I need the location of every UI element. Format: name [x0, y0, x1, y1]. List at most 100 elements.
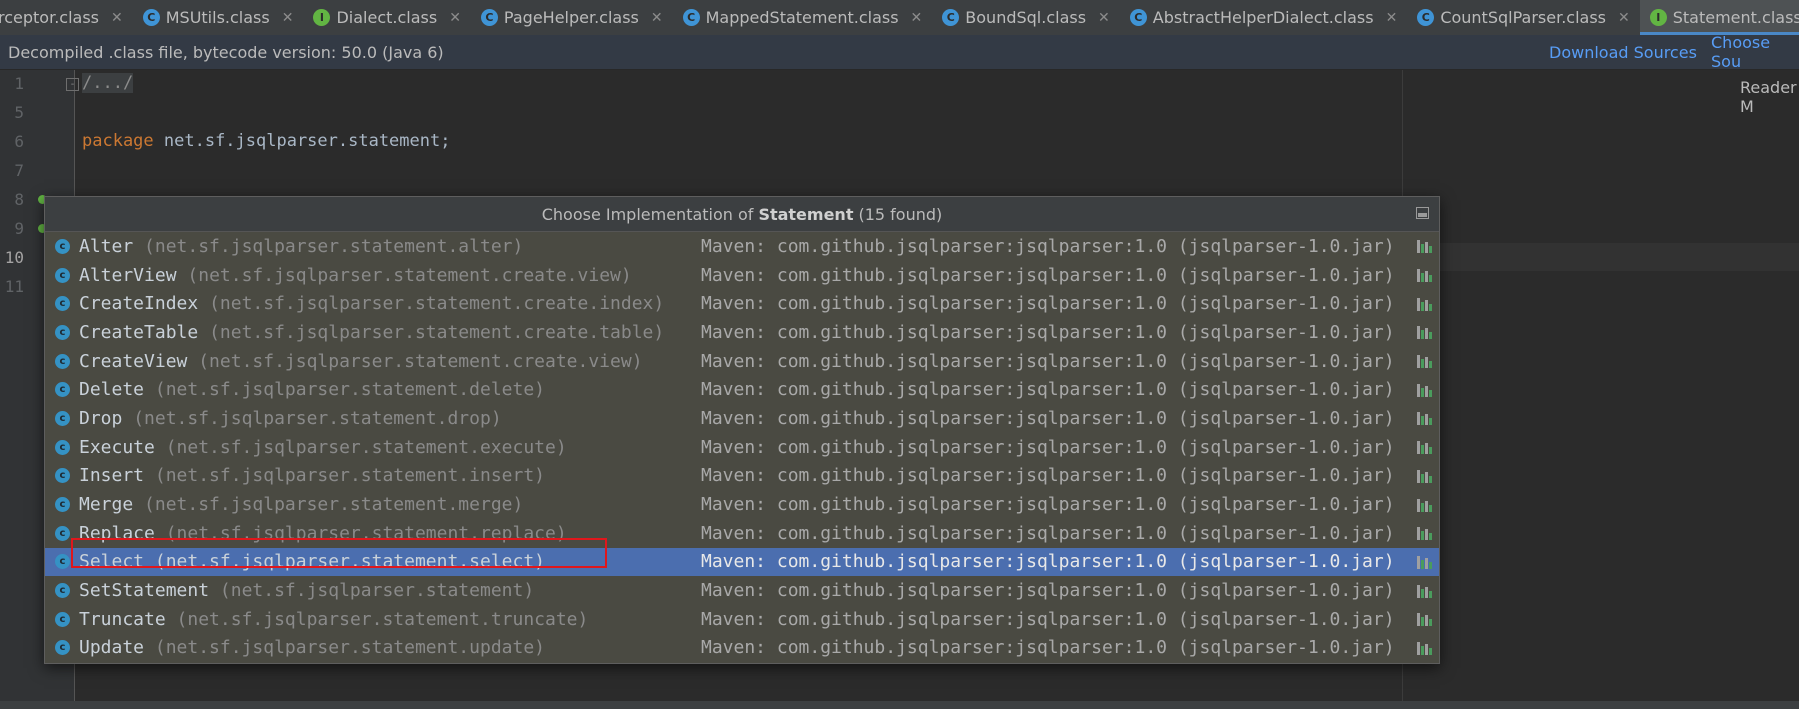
line-number: 6 — [14, 132, 24, 151]
class-name: CreateTable — [79, 321, 199, 343]
editor-tab[interactable]: rceptor.class ✕ — [0, 0, 133, 35]
maven-library-icon — [1417, 297, 1433, 311]
class-name-group: Drop (net.sf.jsqlparser.statement.drop) — [79, 408, 502, 429]
editor-tab[interactable]: I Dialect.class ✕ — [303, 0, 470, 35]
choose-sources-link[interactable]: Choose Sou — [1711, 33, 1799, 71]
editor-tab[interactable]: C BoundSql.class ✕ — [932, 0, 1120, 35]
package-name: (net.sf.jsqlparser.statement.select) — [154, 551, 546, 573]
implementation-item[interactable]: c AlterView (net.sf.jsqlparser.statement.… — [45, 261, 1439, 290]
close-tab-icon[interactable]: ✕ — [1618, 10, 1630, 26]
tab-label: MSUtils.class — [165, 8, 270, 27]
class-name-group: Alter (net.sf.jsqlparser.statement.alter… — [79, 236, 523, 257]
interface-icon: I — [1649, 9, 1667, 26]
class-icon: c — [55, 238, 70, 254]
maven-library-icon — [1417, 498, 1433, 512]
editor-tab-bar: rceptor.class ✕ C MSUtils.class ✕ I Dialect.cl… — [0, 0, 1799, 36]
tab-label: Dialect.class — [336, 8, 438, 27]
line-number: 5 — [14, 103, 24, 122]
maven-library-icon — [1417, 584, 1433, 598]
implementation-item[interactable]: c Select (net.sf.jsqlparser.statement.sel… — [45, 547, 1439, 577]
tab-label: rceptor.class — [0, 8, 99, 27]
library-location: Maven: com.github.jsqlparser:jsqlparser:… — [701, 293, 1395, 315]
close-tab-icon[interactable]: ✕ — [651, 10, 663, 26]
class-name: CreateView — [79, 350, 188, 372]
implementation-item[interactable]: c Replace (net.sf.jsqlparser.statement.re… — [45, 519, 1439, 548]
close-tab-icon[interactable]: ✕ — [111, 10, 123, 26]
package-name: (net.sf.jsqlparser.statement.drop) — [133, 407, 502, 429]
maven-library-icon — [1417, 641, 1433, 655]
class-name-group: Delete (net.sf.jsqlparser.statement.dele… — [79, 379, 545, 400]
library-location: Maven: com.github.jsqlparser:jsqlparser:… — [701, 551, 1395, 573]
decompiled-message: Decompiled .class file, bytecode version… — [8, 42, 444, 62]
package-declaration: package net.sf.jsqlparser.statement; — [82, 131, 451, 151]
pin-window-icon[interactable] — [1416, 207, 1429, 219]
tab-label: Statement.class — [1672, 8, 1799, 27]
editor-tab[interactable]: C PageHelper.class ✕ — [471, 0, 673, 35]
implementation-item[interactable]: c Execute (net.sf.jsqlparser.statement.ex… — [45, 433, 1439, 462]
class-name-group: Update (net.sf.jsqlparser.statement.upda… — [79, 637, 545, 658]
line-number: 11 — [4, 277, 24, 296]
class-name: Truncate — [79, 608, 166, 630]
class-name: Merge — [79, 494, 134, 516]
maven-library-icon — [1417, 526, 1433, 541]
package-name: (net.sf.jsqlparser.statement.update) — [154, 637, 546, 659]
tab-label: PageHelper.class — [503, 8, 639, 27]
close-tab-icon[interactable]: ✕ — [449, 10, 461, 26]
editor-tab[interactable]: IStatement.class✕ — [1639, 0, 1799, 35]
editor-tab[interactable]: C MSUtils.class ✕ — [133, 0, 304, 35]
library-location: Maven: com.github.jsqlparser:jsqlparser:… — [701, 235, 1395, 257]
reader-mode-toggle[interactable]: Reader M — [1740, 78, 1799, 116]
implementation-item[interactable]: c CreateIndex (net.sf.jsqlparser.statemen… — [45, 289, 1439, 318]
class-name: Insert — [79, 465, 145, 487]
class-icon: C — [142, 9, 160, 26]
maven-library-icon — [1417, 440, 1433, 455]
editor-tab[interactable]: C MappedStatement.class ✕ — [673, 0, 933, 35]
tab-label: AbstractHelperDialect.class — [1152, 8, 1374, 27]
choose-implementation-popup: Choose Implementation of Statement (15 f… — [44, 196, 1440, 664]
class-name: Drop — [79, 407, 123, 429]
implementation-item[interactable]: c CreateTable (net.sf.jsqlparser.statemen… — [45, 318, 1439, 347]
implementation-item[interactable]: c SetStatement (net.sf.jsqlparser.stateme… — [45, 576, 1439, 605]
class-icon: c — [55, 497, 70, 513]
implementation-item[interactable]: c Drop (net.sf.jsqlparser.statement.drop)… — [45, 404, 1439, 433]
popup-title-count: (15 found) — [858, 204, 943, 224]
implementation-item[interactable]: c Delete (net.sf.jsqlparser.statement.del… — [45, 375, 1439, 404]
class-name-group: CreateIndex (net.sf.jsqlparser.statement… — [79, 293, 664, 314]
class-name-group: Truncate (net.sf.jsqlparser.statement.tr… — [79, 609, 588, 630]
class-name-group: Replace (net.sf.jsqlparser.statement.rep… — [79, 523, 567, 544]
implementation-item[interactable]: c CreateView (net.sf.jsqlparser.statement… — [45, 347, 1439, 376]
class-icon: c — [55, 640, 70, 656]
package-name: (net.sf.jsqlparser.statement.replace) — [165, 522, 567, 544]
folded-imports[interactable]: /.../ — [82, 73, 134, 93]
class-name-group: CreateTable (net.sf.jsqlparser.statement… — [79, 322, 664, 343]
implementation-item[interactable]: c Alter (net.sf.jsqlparser.statement.alte… — [45, 232, 1439, 261]
package-name: (net.sf.jsqlparser.statement.truncate) — [176, 608, 589, 630]
tab-label: BoundSql.class — [965, 8, 1087, 27]
package-name: (net.sf.jsqlparser.statement) — [219, 580, 535, 602]
fold-collapse-icon[interactable]: - — [66, 78, 79, 91]
library-location: Maven: com.github.jsqlparser:jsqlparser:… — [701, 522, 1395, 544]
tab-label: CountSqlParser.class — [1440, 8, 1606, 27]
maven-library-icon — [1417, 469, 1433, 483]
package-name: (net.sf.jsqlparser.statement.delete) — [154, 379, 546, 401]
package-name: (net.sf.jsqlparser.statement.execute) — [165, 436, 567, 458]
editor-tab[interactable]: C CountSqlParser.class ✕ — [1407, 0, 1639, 35]
implementation-item[interactable]: c Insert (net.sf.jsqlparser.statement.ins… — [45, 462, 1439, 491]
decompiled-info-bar: Decompiled .class file, bytecode version… — [0, 33, 1799, 71]
class-icon: c — [55, 611, 70, 627]
close-tab-icon[interactable]: ✕ — [282, 10, 294, 26]
implementation-item[interactable]: c Update (net.sf.jsqlparser.statement.upd… — [45, 634, 1439, 663]
close-tab-icon[interactable]: ✕ — [1386, 10, 1398, 26]
class-name-group: AlterView (net.sf.jsqlparser.statement.c… — [79, 265, 632, 286]
close-tab-icon[interactable]: ✕ — [1098, 10, 1110, 26]
tab-label: MappedStatement.class — [705, 8, 899, 27]
implementation-item[interactable]: c Merge (net.sf.jsqlparser.statement.merg… — [45, 490, 1439, 519]
editor-tab[interactable]: C AbstractHelperDialect.class ✕ — [1120, 0, 1408, 35]
class-name-group: Merge (net.sf.jsqlparser.statement.merge… — [79, 494, 523, 515]
library-location: Maven: com.github.jsqlparser:jsqlparser:… — [701, 436, 1395, 458]
download-sources-link[interactable]: Download Sources — [1549, 43, 1697, 62]
class-name-group: Execute (net.sf.jsqlparser.statement.exe… — [79, 437, 567, 458]
line-number: 9 — [14, 219, 24, 238]
implementation-item[interactable]: c Truncate (net.sf.jsqlparser.statement.t… — [45, 605, 1439, 634]
close-tab-icon[interactable]: ✕ — [911, 10, 923, 26]
